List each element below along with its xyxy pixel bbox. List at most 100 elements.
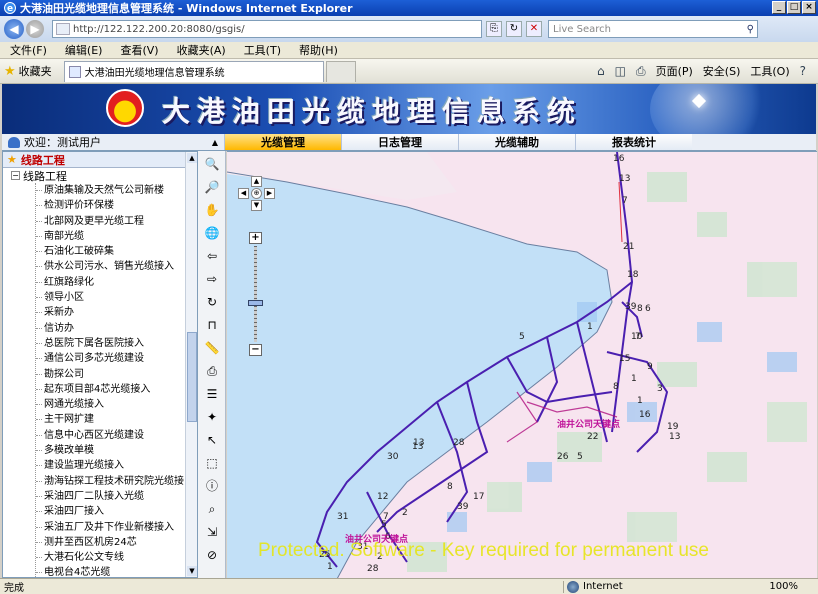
pan-up-icon[interactable]: ▲ <box>251 176 262 187</box>
tree-item[interactable]: 石油化工破碎集 <box>36 244 197 259</box>
print-map-icon[interactable]: ⎙ <box>203 362 221 380</box>
menu-edit[interactable]: 编辑(E) <box>65 42 103 58</box>
collapse-toggle-icon[interactable]: − <box>11 171 20 180</box>
identify-icon[interactable]: ⓘ <box>203 477 221 495</box>
refresh-icon[interactable]: ↻ <box>506 21 522 37</box>
tree-item[interactable]: 通信公司多芯光缆建设 <box>36 351 197 366</box>
box-select-icon[interactable]: ⬚ <box>203 454 221 472</box>
tab-cable-management[interactable]: 光缆管理 <box>224 134 341 150</box>
layers-icon[interactable]: ☰ <box>203 385 221 403</box>
new-tab-button[interactable] <box>325 60 356 82</box>
pan-right-icon[interactable]: ▶ <box>264 188 275 199</box>
tree-item[interactable]: 供水公司污水、销售光缆接入 <box>36 259 197 274</box>
tree-item[interactable]: 建设监理光缆接入 <box>36 458 197 473</box>
stop-icon[interactable]: ✕ <box>526 21 542 37</box>
menu-tools-cmd[interactable]: 工具(O) <box>750 63 789 79</box>
menu-page[interactable]: 页面(P) <box>656 63 693 79</box>
pointer-icon[interactable]: ↖ <box>203 431 221 449</box>
pan-down-icon[interactable]: ▼ <box>251 200 262 211</box>
tree-item[interactable]: 信息中心西区光缆建设 <box>36 428 197 443</box>
export-icon[interactable]: ⇲ <box>203 523 221 541</box>
query-icon[interactable]: ⌕ <box>203 500 221 518</box>
tree-item[interactable]: 多模改单模 <box>36 443 197 458</box>
feeds-icon[interactable]: ◫ <box>615 64 626 78</box>
map-view[interactable]: ▲ ◀ ⊕ ▶ ▼ + − 16 13 7 21 18 39 8 6 1 10 7 15 9 1 8 3 1 16… <box>227 151 817 578</box>
zoom-out-icon[interactable]: 🔎 <box>203 178 221 196</box>
next-view-icon[interactable]: ⇨ <box>203 270 221 288</box>
tree-item[interactable]: 信访办 <box>36 321 197 336</box>
tree-item[interactable]: 采新办 <box>36 305 197 320</box>
tree-item[interactable]: 大港石化公文专线 <box>36 550 197 565</box>
tree-item[interactable]: 起东项目部4芯光缆接入 <box>36 382 197 397</box>
tree-item[interactable]: 采油四厂接入 <box>36 504 197 519</box>
tab-cable-assist[interactable]: 光缆辅助 <box>458 134 575 150</box>
scroll-down-icon[interactable]: ▼ <box>187 566 197 576</box>
sidebar-header[interactable]: ★ 线路工程 <box>3 152 197 168</box>
cable-node-label: 13 <box>669 432 681 442</box>
search-box[interactable]: Live Search ⚲ <box>548 20 758 38</box>
tree-item[interactable]: 原油集输及天然气公司新楼 <box>36 183 197 198</box>
tree-item[interactable]: 采油四厂二队接入光缆 <box>36 489 197 504</box>
maximize-button[interactable]: □ <box>787 1 801 14</box>
zoom-knob[interactable] <box>248 300 263 306</box>
measure-icon[interactable]: ⊓ <box>203 316 221 334</box>
zoom-minus-button[interactable]: − <box>249 344 262 356</box>
tree-item[interactable]: 渤海钻探工程技术研究院光缆接 <box>36 474 197 489</box>
search-icon[interactable]: ⚲ <box>747 24 754 35</box>
cable-node-label: 30 <box>387 452 399 462</box>
compat-view-icon[interactable]: ⎘ <box>486 21 502 37</box>
scroll-thumb[interactable] <box>187 332 197 422</box>
favorites-button[interactable]: ★ 收藏夹 <box>4 63 52 79</box>
tree-item[interactable]: 主干网扩建 <box>36 412 197 427</box>
previous-view-icon[interactable]: ⇦ <box>203 247 221 265</box>
zoom-plus-button[interactable]: + <box>249 232 262 244</box>
zoom-in-icon[interactable]: 🔍 <box>203 155 221 173</box>
ruler-icon[interactable]: 📏 <box>203 339 221 357</box>
home-icon[interactable]: ⌂ <box>597 64 605 78</box>
pan-hand-icon[interactable]: ✋ <box>203 201 221 219</box>
user-icon <box>8 137 20 148</box>
scroll-up-icon[interactable]: ▲ <box>187 153 197 163</box>
menu-favorites[interactable]: 收藏夹(A) <box>177 42 226 58</box>
forward-button[interactable]: ▶ <box>26 20 44 38</box>
tree-item[interactable]: 领导小区 <box>36 290 197 305</box>
close-window-button[interactable]: × <box>802 1 816 14</box>
sidebar-scrollbar[interactable]: ▲ ▼ <box>185 152 197 577</box>
tree-item[interactable]: 北部网及更早光缆工程 <box>36 214 197 229</box>
menu-help[interactable]: 帮助(H) <box>299 42 338 58</box>
tab-log-management[interactable]: 日志管理 <box>341 134 458 150</box>
pan-left-icon[interactable]: ◀ <box>238 188 249 199</box>
tab-report-stats[interactable]: 报表统计 <box>575 134 692 150</box>
menu-file[interactable]: 文件(F) <box>10 42 47 58</box>
tree-item[interactable]: 电视台4芯光缆 <box>36 565 197 577</box>
minimize-button[interactable]: _ <box>772 1 786 14</box>
zoom-track[interactable] <box>254 246 257 342</box>
search-input[interactable]: Live Search <box>553 24 611 35</box>
tree-root[interactable]: − 线路工程 <box>11 168 197 183</box>
tree-item[interactable]: 总医院下属各医院接入 <box>36 336 197 351</box>
tree-item[interactable]: 红旗路绿化 <box>36 275 197 290</box>
tree-item[interactable]: 检测评价环保楼 <box>36 198 197 213</box>
menu-tools[interactable]: 工具(T) <box>244 42 281 58</box>
menu-safety[interactable]: 安全(S) <box>703 63 741 79</box>
browser-tab[interactable]: 大港油田光缆地理信息管理系统 <box>63 60 324 82</box>
map-canvas[interactable] <box>227 152 817 578</box>
print-icon[interactable]: ⎙ <box>636 64 646 79</box>
address-bar[interactable]: http://122.122.200.20:8080/gsgis/ <box>52 20 482 38</box>
tree-item[interactable]: 网通光缆接入 <box>36 397 197 412</box>
zoom-slider[interactable]: + − <box>248 232 263 356</box>
full-extent-icon[interactable]: 🌐 <box>203 224 221 242</box>
refresh-map-icon[interactable]: ↻ <box>203 293 221 311</box>
collapse-arrow-icon[interactable]: ▲ <box>212 138 218 147</box>
clear-icon[interactable]: ⊘ <box>203 546 221 564</box>
help-icon[interactable]: ? <box>800 64 806 78</box>
back-button[interactable]: ◀ <box>4 19 24 39</box>
select-feature-icon[interactable]: ✦ <box>203 408 221 426</box>
tree-item[interactable]: 测井至西区机房24芯 <box>36 535 197 550</box>
tree-item[interactable]: 南部光缆 <box>36 229 197 244</box>
tree-item[interactable]: 采油五厂及井下作业新楼接入 <box>36 520 197 535</box>
menu-view[interactable]: 查看(V) <box>120 42 158 58</box>
zoom-level[interactable]: 100% <box>769 581 798 592</box>
tree-item[interactable]: 勘探公司 <box>36 367 197 382</box>
pan-center-icon[interactable]: ⊕ <box>251 188 262 199</box>
